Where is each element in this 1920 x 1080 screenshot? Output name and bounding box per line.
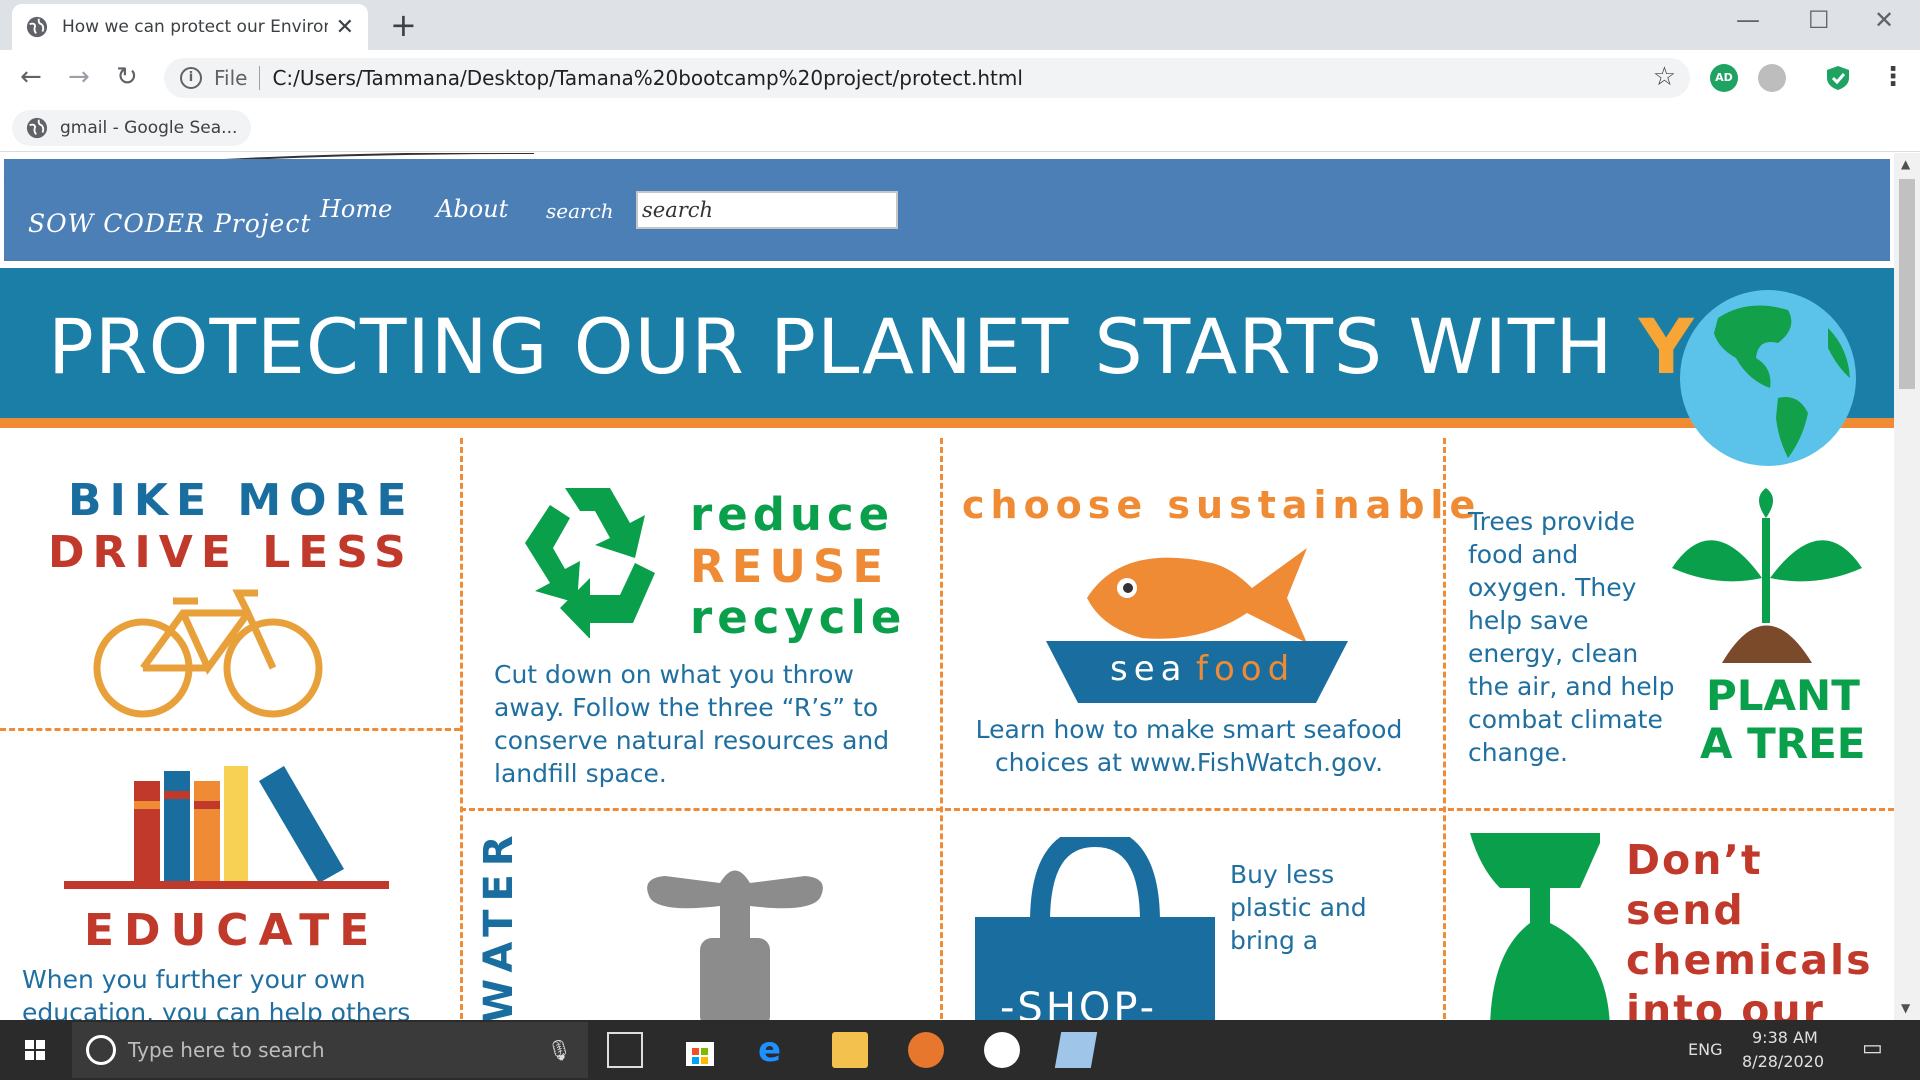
seafood-food-label: food [1196, 649, 1296, 689]
profile-extension-icon[interactable] [1758, 64, 1786, 92]
seafood-description: Learn how to make smart seafood choices … [975, 715, 1403, 777]
notes-app-icon[interactable] [1054, 1032, 1098, 1068]
water-label: WATER [476, 827, 522, 1020]
forward-icon[interactable]: → [68, 62, 90, 92]
shield-extension-icon[interactable] [1824, 64, 1852, 92]
tab-title: How we can protect our Environm [62, 17, 328, 37]
clock-date[interactable]: 8/28/2020 [1742, 1052, 1824, 1071]
back-icon[interactable]: ← [20, 62, 42, 92]
address-bar[interactable]: i File C:/Users/Tammana/Desktop/Tamana%2… [164, 58, 1690, 98]
clock-time[interactable]: 9:38 AM [1752, 1028, 1818, 1047]
bike-heading-line1: BIKE MORE [68, 475, 415, 526]
minimize-icon[interactable]: — [1736, 6, 1760, 34]
browser-tab[interactable]: How we can protect our Environm ✕ [12, 4, 368, 50]
grid-divider [460, 438, 463, 1020]
recycle-icon [525, 488, 655, 638]
educate-description: When you further your own education, you… [22, 965, 411, 1020]
globe-icon [26, 117, 48, 139]
grid-divider [940, 438, 943, 1020]
new-tab-button[interactable]: + [390, 8, 417, 42]
tab-strip: How we can protect our Environm ✕ + — ☐ … [0, 0, 1920, 50]
notifications-icon[interactable]: ▭ [1862, 1036, 1883, 1061]
books-icon [64, 766, 389, 889]
nav-link-about[interactable]: About [436, 195, 508, 223]
slack-icon[interactable] [984, 1032, 1020, 1068]
bookmark-label: gmail - Google Sea... [60, 118, 238, 138]
adblock-extension-icon[interactable]: AD [1710, 64, 1738, 92]
hero-banner: PROTECTING OUR PLANET STARTS WITH YOU [0, 268, 1894, 428]
cortana-icon [86, 1035, 116, 1065]
shop-description: Buy less plastic and bring a [1230, 860, 1367, 955]
address-separator [259, 66, 261, 90]
windows-taskbar: Type here to search 🎙 e ENG 9:38 AM 8/28… [0, 1020, 1920, 1080]
recycle-word-reduce: reduce [690, 488, 895, 541]
address-scheme-label: File [214, 66, 248, 90]
url-text[interactable]: C:/Users/Tammana/Desktop/Tamana%20bootca… [272, 66, 1022, 90]
grid-divider [460, 808, 1894, 811]
bookmark-gmail[interactable]: gmail - Google Sea... [12, 110, 252, 146]
shop-label: -SHOP- [1000, 985, 1158, 1020]
windows-start-icon[interactable] [0, 1020, 70, 1080]
search-input[interactable]: search [636, 191, 898, 229]
scroll-up-icon[interactable]: ▲ [1901, 157, 1910, 171]
site-navbar: SOW CODER Project Home About search sear… [4, 159, 1890, 261]
tree-description: Trees provide food and oxygen. They help… [1468, 507, 1675, 767]
seedling-icon [1672, 488, 1862, 663]
hero-title-main: PROTECTING OUR PLANET STARTS WITH [48, 302, 1614, 391]
tree-heading-line1: PLANT [1706, 671, 1860, 720]
chemicals-description: Don’t send chemicals into our waterways. [1626, 836, 1873, 1020]
tree-heading-line2: A TREE [1700, 719, 1866, 768]
seafood-sea-label: sea [1110, 649, 1188, 689]
window-close-icon[interactable]: ✕ [1874, 6, 1894, 34]
info-icon[interactable]: i [180, 67, 202, 89]
file-explorer-icon[interactable] [832, 1032, 868, 1068]
taskbar-search-box[interactable]: Type here to search 🎙 [72, 1022, 588, 1078]
nav-link-search[interactable]: search [546, 199, 614, 223]
bookmarks-bar: gmail - Google Sea... [0, 106, 1920, 152]
brave-browser-icon[interactable] [908, 1032, 944, 1068]
recycle-word-reuse: REUSE [690, 540, 891, 593]
fish-icon [1087, 548, 1307, 643]
bike-heading-line2: DRIVE LESS [48, 527, 414, 578]
nav-link-home[interactable]: Home [320, 195, 392, 223]
globe-icon [26, 16, 48, 38]
hero-title: PROTECTING OUR PLANET STARTS WITH YOU [48, 302, 1820, 391]
language-indicator[interactable]: ENG [1688, 1040, 1722, 1059]
bicycle-icon [93, 589, 323, 718]
page-scrollbar[interactable]: ▲ ▼ [1894, 153, 1920, 1020]
recycle-description: Cut down on what you throw away. Follow … [494, 660, 890, 788]
browser-toolbar: ← → ↻ i File C:/Users/Tammana/Desktop/Ta… [0, 50, 1920, 106]
edge-browser-icon[interactable]: e [758, 1032, 794, 1068]
faucet-icon [647, 870, 823, 1020]
educate-heading: EDUCATE [84, 905, 380, 956]
earth-globe-icon [1680, 290, 1856, 466]
scrollbar-thumb[interactable] [1899, 179, 1915, 389]
page-viewport: SOW CODER Project Home About search sear… [0, 153, 1894, 1020]
site-brand[interactable]: SOW CODER Project [28, 209, 311, 238]
menu-icon[interactable]: ⋮ [1880, 62, 1906, 92]
grid-divider [0, 728, 460, 731]
reload-icon[interactable]: ↻ [116, 62, 138, 92]
scroll-down-icon[interactable]: ▼ [1901, 1001, 1910, 1015]
maximize-icon[interactable]: ☐ [1808, 6, 1830, 34]
spray-bottle-icon [1470, 833, 1610, 1020]
store-icon[interactable] [682, 1032, 718, 1068]
close-tab-icon[interactable]: ✕ [336, 15, 354, 40]
microphone-icon[interactable]: 🎙 [547, 1038, 572, 1062]
bookmark-star-icon[interactable]: ☆ [1653, 62, 1676, 92]
seafood-heading: choose sustainable [962, 483, 1482, 527]
task-view-icon[interactable] [607, 1032, 643, 1068]
recycle-word-recycle: recycle [690, 591, 907, 644]
taskbar-search-placeholder: Type here to search [128, 1038, 325, 1062]
